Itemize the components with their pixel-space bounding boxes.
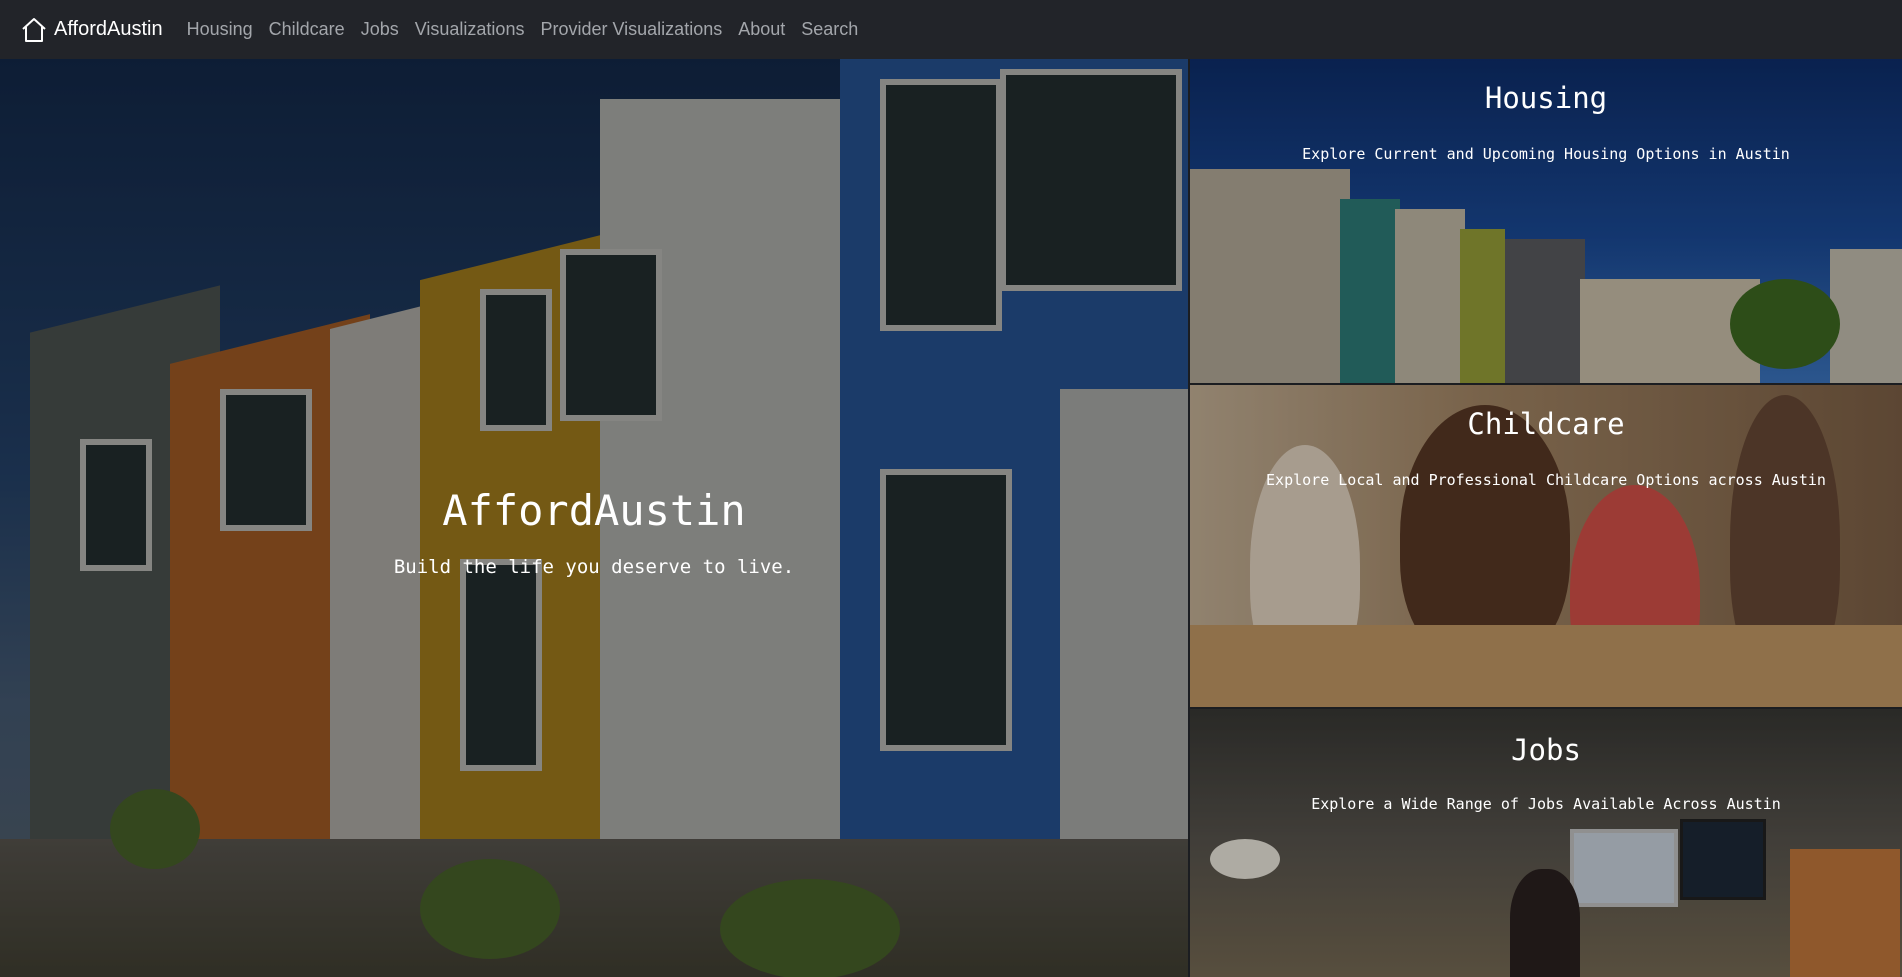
housing-card[interactable]: Housing Explore Current and Upcoming Hou… <box>1190 59 1902 383</box>
top-navbar: AffordAustin Housing Childcare Jobs Visu… <box>0 0 1902 59</box>
childcare-card[interactable]: Childcare Explore Local and Professional… <box>1190 385 1902 707</box>
jobs-card[interactable]: Jobs Explore a Wide Range of Jobs Availa… <box>1190 709 1902 977</box>
brand-link[interactable]: AffordAustin <box>20 16 163 44</box>
jobs-card-title: Jobs <box>1511 733 1581 767</box>
nav-link-housing[interactable]: Housing <box>187 19 253 40</box>
jobs-card-description: Explore a Wide Range of Jobs Available A… <box>1311 795 1781 813</box>
house-icon <box>20 16 48 44</box>
nav-link-childcare[interactable]: Childcare <box>269 19 345 40</box>
housing-card-title: Housing <box>1484 81 1608 115</box>
nav-link-about[interactable]: About <box>738 19 785 40</box>
childcare-card-title: Childcare <box>1467 407 1625 441</box>
nav-link-jobs[interactable]: Jobs <box>361 19 399 40</box>
childcare-card-description: Explore Local and Professional Childcare… <box>1266 471 1826 489</box>
hero-subtitle: Build the life you deserve to live. <box>393 556 795 578</box>
nav-link-visualizations[interactable]: Visualizations <box>415 19 525 40</box>
housing-card-description: Explore Current and Upcoming Housing Opt… <box>1302 145 1790 163</box>
brand-name: AffordAustin <box>54 18 163 40</box>
hero-title: AffordAustin <box>442 486 746 535</box>
hero-section: AffordAustin Build the life you deserve … <box>0 59 1188 977</box>
nav-link-provider-visualizations[interactable]: Provider Visualizations <box>540 19 722 40</box>
nav-link-search[interactable]: Search <box>801 19 858 40</box>
